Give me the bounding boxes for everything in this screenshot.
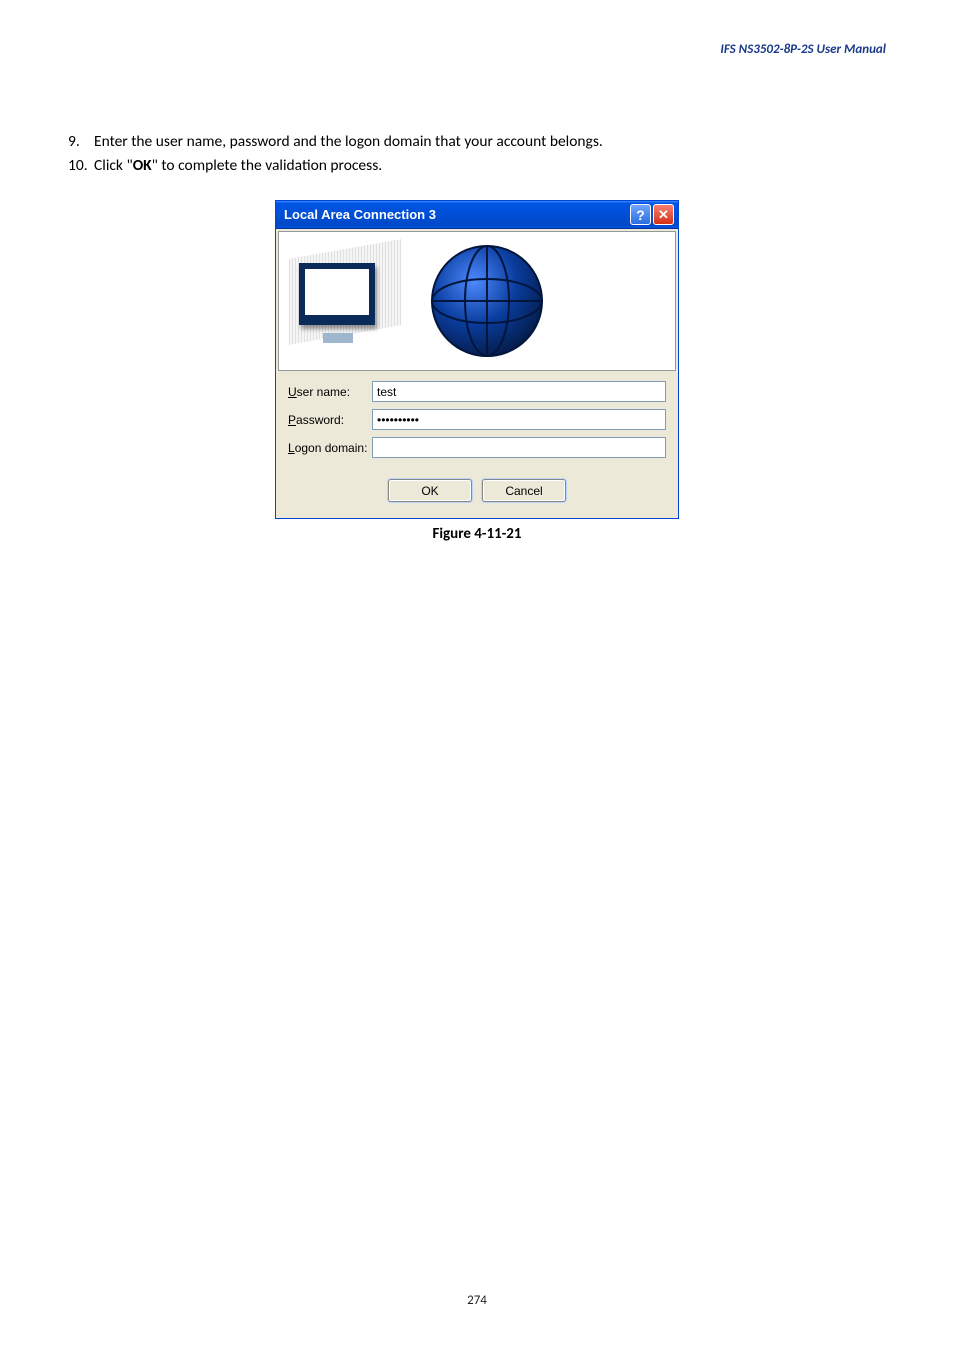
- username-label-accel: U: [288, 385, 297, 399]
- step-text-part: Enter the user name, password and the lo…: [94, 132, 603, 151]
- globe-icon: [427, 241, 547, 361]
- dialog-figure-wrapper: Local Area Connection 3 ? ✕: [68, 200, 886, 519]
- page-header: IFS NS3502-8P-2S User Manual: [720, 42, 886, 57]
- username-label-rest: ser name:: [297, 385, 350, 399]
- dialog-banner: [278, 231, 676, 371]
- logon-domain-input[interactable]: [372, 437, 666, 458]
- instruction-step-10: 10. Click "OK" to complete the validatio…: [68, 154, 886, 178]
- dialog-body: User name: Password: Logon domain: OK Ca…: [276, 229, 678, 518]
- page-content: 9. Enter the user name, password and the…: [68, 130, 886, 543]
- step-text-bold: OK: [133, 156, 152, 175]
- page-number: 274: [0, 1293, 954, 1308]
- logon-domain-row: Logon domain:: [288, 437, 666, 458]
- dialog-button-row: OK Cancel: [278, 465, 676, 516]
- figure-caption: Figure 4-11-21: [68, 525, 886, 543]
- password-label-accel: P: [288, 413, 296, 427]
- username-label: User name:: [288, 385, 372, 399]
- password-row: Password:: [288, 409, 666, 430]
- instruction-step-9: 9. Enter the user name, password and the…: [68, 130, 886, 154]
- step-text-part: Click ": [94, 156, 133, 175]
- username-input[interactable]: [372, 381, 666, 402]
- login-dialog: Local Area Connection 3 ? ✕: [275, 200, 679, 519]
- help-icon[interactable]: ?: [630, 204, 651, 225]
- instruction-list: 9. Enter the user name, password and the…: [68, 130, 886, 178]
- cancel-button[interactable]: Cancel: [482, 479, 566, 502]
- password-label-rest: assword:: [296, 413, 344, 427]
- password-input[interactable]: [372, 409, 666, 430]
- close-icon[interactable]: ✕: [653, 204, 674, 225]
- logon-domain-label: Logon domain:: [288, 441, 372, 455]
- step-number: 10.: [68, 154, 94, 178]
- step-text-part: " to complete the validation process.: [152, 156, 383, 175]
- username-row: User name:: [288, 381, 666, 402]
- ok-button[interactable]: OK: [388, 479, 472, 502]
- password-label: Password:: [288, 413, 372, 427]
- step-text: Enter the user name, password and the lo…: [94, 130, 886, 154]
- logon-domain-label-accel: L: [288, 441, 295, 455]
- step-number: 9.: [68, 130, 94, 154]
- step-text: Click "OK" to complete the validation pr…: [94, 154, 886, 178]
- logon-domain-label-rest: ogon domain:: [295, 441, 368, 455]
- dialog-title: Local Area Connection 3: [284, 207, 436, 222]
- monitor-icon: [289, 241, 399, 361]
- dialog-titlebar: Local Area Connection 3 ? ✕: [276, 201, 678, 229]
